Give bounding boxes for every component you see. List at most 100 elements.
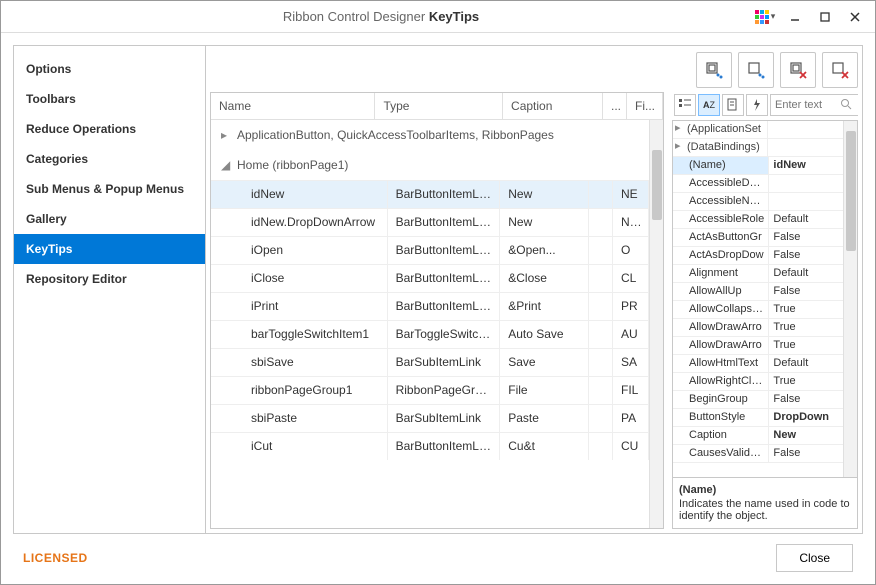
property-value[interactable]: False bbox=[769, 229, 843, 246]
col-name-header[interactable]: Name bbox=[211, 93, 375, 119]
property-row[interactable]: (Name)idNew bbox=[673, 157, 843, 175]
property-row[interactable]: AllowHtmlTextDefault bbox=[673, 355, 843, 373]
property-row[interactable]: ActAsButtonGrFalse bbox=[673, 229, 843, 247]
maximize-button[interactable] bbox=[813, 8, 837, 26]
property-scrollbar[interactable] bbox=[843, 121, 857, 477]
property-key: Alignment bbox=[673, 265, 769, 282]
property-row[interactable]: AllowDrawArroTrue bbox=[673, 319, 843, 337]
property-grid[interactable]: ▸(ApplicationSet▸(DataBindings)(Name)idN… bbox=[672, 120, 858, 478]
property-value[interactable]: Default bbox=[769, 265, 843, 282]
property-row[interactable]: BeginGroupFalse bbox=[673, 391, 843, 409]
sidebar-item[interactable]: Reduce Operations bbox=[14, 114, 205, 144]
sidebar-item[interactable]: Categories bbox=[14, 144, 205, 174]
property-value[interactable] bbox=[769, 193, 843, 210]
cell-fi: NW bbox=[613, 209, 649, 236]
property-value[interactable]: True bbox=[769, 301, 843, 318]
property-value[interactable]: Default bbox=[769, 355, 843, 372]
remove-button[interactable] bbox=[780, 52, 816, 88]
property-value[interactable]: idNew bbox=[769, 157, 843, 174]
alphabetical-button[interactable]: AZ bbox=[698, 94, 720, 116]
property-value[interactable]: True bbox=[769, 319, 843, 336]
table-row[interactable]: idNew.DropDownArrowBarButtonItemLinkNewN… bbox=[211, 208, 649, 236]
col-fi-header[interactable]: Fi... bbox=[627, 93, 663, 119]
property-value[interactable]: False bbox=[769, 247, 843, 264]
property-value[interactable]: False bbox=[769, 391, 843, 408]
table-row[interactable]: barToggleSwitchItem1BarToggleSwitchIte..… bbox=[211, 320, 649, 348]
minimize-button[interactable] bbox=[783, 8, 807, 26]
table-row[interactable]: iPrintBarButtonItemLink&PrintPR bbox=[211, 292, 649, 320]
property-value[interactable]: New bbox=[769, 427, 843, 444]
cell-dots bbox=[589, 293, 613, 320]
cell-type: BarButtonItemLink bbox=[388, 265, 501, 292]
cell-type: BarButtonItemLink bbox=[388, 209, 501, 236]
table-row[interactable]: idNewBarButtonItemLinkNewNE bbox=[211, 180, 649, 208]
cell-type: BarButtonItemLink bbox=[388, 433, 501, 460]
table-row[interactable]: iCutBarButtonItemLinkCu&tCU bbox=[211, 432, 649, 460]
close-window-button[interactable] bbox=[843, 8, 867, 26]
property-value[interactable]: DropDown bbox=[769, 409, 843, 426]
property-value[interactable]: True bbox=[769, 337, 843, 354]
col-caption-header[interactable]: Caption bbox=[503, 93, 603, 119]
close-button[interactable]: Close bbox=[776, 544, 853, 572]
table-row[interactable]: ribbonPageGroup1RibbonPageGroupFileFIL bbox=[211, 376, 649, 404]
toolbar bbox=[206, 46, 862, 92]
collapse-icon[interactable]: ◢ bbox=[221, 158, 231, 172]
cell-name: idNew bbox=[211, 181, 388, 208]
property-row[interactable]: AllowAllUpFalse bbox=[673, 283, 843, 301]
property-key: CausesValidatic bbox=[673, 445, 769, 462]
expand-icon[interactable]: ▸ bbox=[675, 139, 685, 152]
sidebar-item[interactable]: Sub Menus & Popup Menus bbox=[14, 174, 205, 204]
sidebar-item[interactable]: Options bbox=[14, 54, 205, 84]
palette-icon[interactable]: ▾ bbox=[753, 8, 777, 26]
table-scrollbar[interactable] bbox=[649, 120, 663, 528]
table-row[interactable]: sbiSaveBarSubItemLinkSaveSA bbox=[211, 348, 649, 376]
property-row[interactable]: AllowRightClickTrue bbox=[673, 373, 843, 391]
col-dots-header[interactable]: ... bbox=[603, 93, 627, 119]
collapse-all-button[interactable] bbox=[738, 52, 774, 88]
cell-caption: Auto Save bbox=[500, 321, 589, 348]
sidebar-item[interactable]: Gallery bbox=[14, 204, 205, 234]
cell-name: barToggleSwitchItem1 bbox=[211, 321, 388, 348]
table-row[interactable]: iCloseBarButtonItemLink&CloseCL bbox=[211, 264, 649, 292]
property-row[interactable]: ▸(DataBindings) bbox=[673, 139, 843, 157]
property-row[interactable]: AllowDrawArroTrue bbox=[673, 337, 843, 355]
property-value[interactable]: False bbox=[769, 445, 843, 462]
table-row[interactable]: sbiPasteBarSubItemLinkPastePA bbox=[211, 404, 649, 432]
property-value[interactable] bbox=[769, 175, 843, 192]
expand-all-button[interactable] bbox=[696, 52, 732, 88]
col-type-header[interactable]: Type bbox=[375, 93, 503, 119]
property-row[interactable]: AlignmentDefault bbox=[673, 265, 843, 283]
cell-caption: Paste bbox=[500, 405, 589, 432]
categorized-button[interactable] bbox=[674, 94, 696, 116]
property-row[interactable]: CaptionNew bbox=[673, 427, 843, 445]
property-pages-button[interactable] bbox=[722, 94, 744, 116]
sidebar-item[interactable]: KeyTips bbox=[14, 234, 205, 264]
property-value[interactable]: Default bbox=[769, 211, 843, 228]
property-row[interactable]: AccessibleRoleDefault bbox=[673, 211, 843, 229]
cell-fi: NE bbox=[613, 181, 649, 208]
property-row[interactable]: ▸(ApplicationSet bbox=[673, 121, 843, 139]
property-value[interactable]: True bbox=[769, 373, 843, 390]
property-row[interactable]: ButtonStyleDropDown bbox=[673, 409, 843, 427]
property-row[interactable]: CausesValidaticFalse bbox=[673, 445, 843, 463]
property-row[interactable]: ActAsDropDowFalse bbox=[673, 247, 843, 265]
cell-dots bbox=[589, 237, 613, 264]
remove-single-button[interactable] bbox=[822, 52, 858, 88]
main-panel: Name Type Caption ... Fi... ▸ Applicatio… bbox=[206, 46, 862, 533]
expand-icon[interactable]: ▸ bbox=[221, 128, 231, 142]
property-row[interactable]: AccessibleName bbox=[673, 193, 843, 211]
group-collapsed-row[interactable]: ▸ ApplicationButton, QuickAccessToolbarI… bbox=[211, 120, 649, 150]
table-body[interactable]: ▸ ApplicationButton, QuickAccessToolbarI… bbox=[211, 120, 649, 528]
sidebar-item[interactable]: Toolbars bbox=[14, 84, 205, 114]
cell-name: iClose bbox=[211, 265, 388, 292]
property-value[interactable] bbox=[768, 139, 843, 156]
property-row[interactable]: AccessibleDesc bbox=[673, 175, 843, 193]
property-value[interactable]: False bbox=[769, 283, 843, 300]
events-button[interactable] bbox=[746, 94, 768, 116]
group-expanded-row[interactable]: ◢ Home (ribbonPage1) bbox=[211, 150, 649, 180]
sidebar-item[interactable]: Repository Editor bbox=[14, 264, 205, 294]
expand-icon[interactable]: ▸ bbox=[675, 121, 685, 134]
property-row[interactable]: AllowCollapseIrTrue bbox=[673, 301, 843, 319]
property-value[interactable] bbox=[768, 121, 843, 138]
table-row[interactable]: iOpenBarButtonItemLink&Open...O bbox=[211, 236, 649, 264]
